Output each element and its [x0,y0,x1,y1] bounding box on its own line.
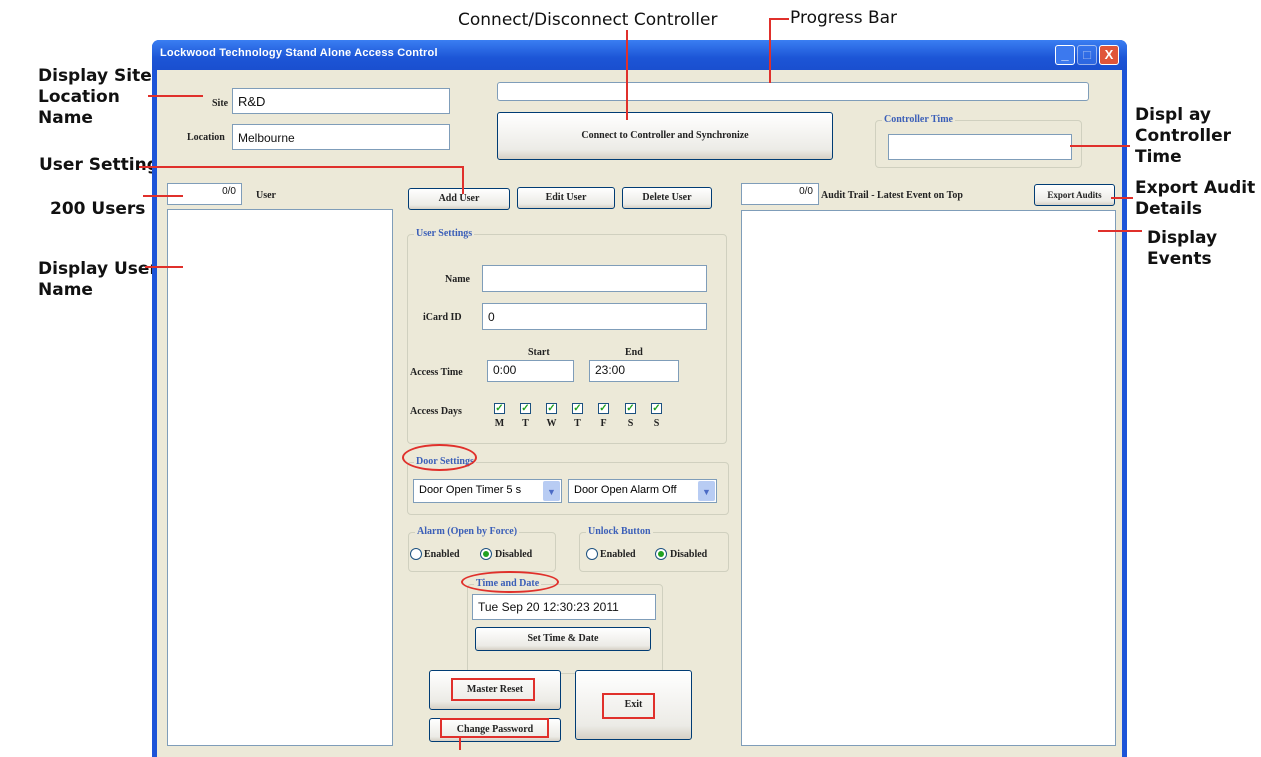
card-id-field[interactable]: 0 [482,303,707,330]
chevron-down-icon: ▼ [698,481,715,501]
callout-200-users: 200 Users [50,199,146,219]
annotation-line [148,95,203,97]
access-time-label: Access Time [410,367,463,378]
day-checkbox-thu[interactable]: ✓ [572,403,583,414]
day-checkbox-sat[interactable]: ✓ [625,403,636,414]
annotation-line [459,736,461,750]
start-label: Start [528,347,550,358]
alarm-disabled-radio[interactable] [480,548,492,560]
controller-time-title: Controller Time [882,114,955,125]
connect-button[interactable]: Connect to Controller and Synchronize [497,112,833,160]
callout-display-events: Display Events [1147,228,1218,269]
master-reset-highlight [451,678,535,701]
audit-label: Audit Trail - Latest Event on Top [821,190,963,201]
day-label-wed: W [546,418,557,429]
location-label: Location [187,132,225,143]
annotation-line [1098,230,1142,232]
day-label-mon: M [494,418,505,429]
exit-highlight [602,693,655,719]
end-time-field[interactable]: 23:00 [589,360,679,382]
day-label-sun: S [653,418,660,429]
door-open-alarm-value: Door Open Alarm Off [574,484,677,496]
client-area: Site R&D Location Melbourne Connect to C… [157,70,1122,757]
start-time-field[interactable]: 0:00 [487,360,574,382]
door-settings-highlight [402,444,477,471]
minimize-button[interactable]: _ [1055,45,1075,65]
annotation-line [462,166,464,194]
close-button[interactable]: X [1099,45,1119,65]
controller-time-field [888,134,1072,160]
unlock-disabled-radio[interactable] [655,548,667,560]
site-field[interactable]: R&D [232,88,450,114]
alarm-title: Alarm (Open by Force) [415,526,520,537]
annotation-line [626,30,628,120]
annotation-line [145,266,183,268]
time-date-field[interactable]: Tue Sep 20 12:30:23 2011 [472,594,656,620]
callout-display-user-name: Display User Name [38,259,158,300]
unlock-enabled-radio[interactable] [586,548,598,560]
day-label-fri: F [600,418,607,429]
door-open-alarm-select[interactable]: Door Open Alarm Off ▼ [568,479,717,503]
add-user-button[interactable]: Add User [408,188,510,210]
alarm-enabled-label: Enabled [424,549,460,560]
day-label-tue: T [522,418,529,429]
access-days-label: Access Days [410,406,462,417]
name-field[interactable] [482,265,707,292]
unlock-enabled-label: Enabled [600,549,636,560]
delete-user-button[interactable]: Delete User [622,187,712,209]
day-checkbox-sun[interactable]: ✓ [651,403,662,414]
audit-count: 0/0 [741,183,819,205]
chevron-down-icon: ▼ [543,481,560,501]
annotation-line [139,166,463,168]
change-password-highlight [440,718,549,738]
day-checkbox-tue[interactable]: ✓ [520,403,531,414]
day-checkbox-wed[interactable]: ✓ [546,403,557,414]
title-bar: Lockwood Technology Stand Alone Access C… [152,40,1127,70]
user-count: 0/0 [167,183,242,205]
callout-export-audit: Export Audit Details [1135,178,1256,219]
set-time-date-button[interactable]: Set Time & Date [475,627,651,651]
door-open-timer-value: Door Open Timer 5 s [419,484,522,496]
audit-event-list[interactable] [741,210,1116,746]
window-title: Lockwood Technology Stand Alone Access C… [160,47,438,59]
annotation-line [1070,145,1130,147]
user-list[interactable] [167,209,393,746]
card-id-label: iCard ID [423,312,462,323]
time-date-highlight [461,571,559,593]
day-label-thu: T [574,418,581,429]
alarm-disabled-label: Disabled [495,549,533,560]
annotation-line [143,195,183,197]
door-open-timer-select[interactable]: Door Open Timer 5 s ▼ [413,479,562,503]
callout-progress-bar: Progress Bar [790,8,898,28]
unlock-title: Unlock Button [586,526,653,537]
user-list-label: User [256,190,276,201]
day-label-sat: S [627,418,634,429]
name-label: Name [445,274,470,285]
annotation-line [769,18,789,20]
user-settings-title: User Settings [414,228,475,239]
unlock-disabled-label: Disabled [670,549,708,560]
callout-connect: Connect/Disconnect Controller [458,10,718,30]
site-label: Site [212,98,229,109]
callout-controller-time: Displ ay Controller Time [1135,105,1232,167]
end-label: End [625,347,643,358]
app-window: Lockwood Technology Stand Alone Access C… [152,40,1127,757]
progress-bar [497,82,1089,101]
day-checkbox-fri[interactable]: ✓ [598,403,609,414]
maximize-button[interactable]: □ [1077,45,1097,65]
day-checkbox-mon[interactable]: ✓ [494,403,505,414]
annotation-line [769,18,771,83]
annotation-line [1111,197,1133,199]
edit-user-button[interactable]: Edit User [517,187,615,209]
export-audits-button[interactable]: Export Audits [1034,184,1115,206]
alarm-enabled-radio[interactable] [410,548,422,560]
location-field[interactable]: Melbourne [232,124,450,150]
